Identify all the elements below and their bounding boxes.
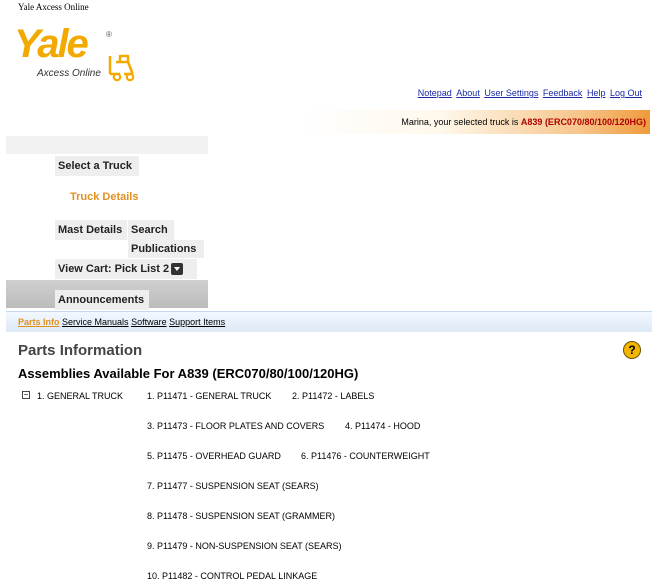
nav-select-truck[interactable]: Select a Truck bbox=[55, 156, 139, 176]
collapse-icon[interactable]: − bbox=[22, 391, 30, 399]
part-link[interactable]: 2. P11472 - LABELS bbox=[292, 391, 374, 401]
about-link[interactable]: About bbox=[456, 88, 480, 98]
nav-announcements[interactable]: Announcements bbox=[55, 290, 149, 310]
top-links: Notepad About User Settings Feedback Hel… bbox=[416, 88, 642, 98]
nav-publications[interactable]: Publications bbox=[128, 240, 204, 258]
selected-truck-message: Marina, your selected truck is A839 (ERC… bbox=[401, 117, 646, 127]
chevron-down-icon[interactable] bbox=[171, 263, 183, 275]
logo-subtitle: Axcess Online bbox=[37, 68, 101, 79]
nav-mast-details[interactable]: Mast Details bbox=[55, 220, 127, 240]
nav-view-cart[interactable]: View Cart: Pick List 2 bbox=[55, 259, 197, 279]
selected-truck-prefix: Marina, your selected truck is bbox=[401, 117, 521, 127]
window-title: Yale Axcess Online bbox=[18, 2, 89, 12]
selected-truck-bar: Marina, your selected truck is A839 (ERC… bbox=[300, 110, 650, 134]
tab-service-manuals[interactable]: Service Manuals bbox=[62, 317, 129, 327]
logout-link[interactable]: Log Out bbox=[610, 88, 642, 98]
part-link[interactable]: 6. P11476 - COUNTERWEIGHT bbox=[301, 451, 430, 461]
yale-logo: Yale ® Axcess Online bbox=[14, 22, 135, 84]
view-cart-label: View Cart: Pick List 2 bbox=[58, 263, 170, 275]
tab-software[interactable]: Software bbox=[131, 317, 167, 327]
tab-parts-info[interactable]: Parts Info bbox=[18, 317, 60, 327]
part-link[interactable]: 4. P11474 - HOOD bbox=[345, 421, 420, 431]
part-link[interactable]: 7. P11477 - SUSPENSION SEAT (SEARS) bbox=[147, 481, 319, 491]
selected-truck-id: A839 (ERC070/80/100/120HG) bbox=[520, 117, 646, 127]
help-link[interactable]: Help bbox=[587, 88, 606, 98]
logo-registered-mark: ® bbox=[106, 30, 112, 39]
part-link[interactable]: 10. P11482 - CONTROL PEDAL LINKAGE bbox=[147, 571, 317, 581]
feedback-link[interactable]: Feedback bbox=[543, 88, 583, 98]
forklift-icon bbox=[108, 54, 135, 82]
question-mark-icon[interactable]: ? bbox=[623, 341, 641, 359]
assemblies-title: Assemblies Available For A839 (ERC070/80… bbox=[18, 366, 359, 381]
part-link[interactable]: 5. P11475 - OVERHEAD GUARD bbox=[147, 451, 281, 461]
tabs: Parts Info Service Manuals Software Supp… bbox=[18, 317, 225, 327]
nav-truck-details[interactable]: Truck Details bbox=[67, 186, 157, 208]
nav-search[interactable]: Search bbox=[128, 220, 174, 240]
tree-root-general-truck[interactable]: 1. GENERAL TRUCK bbox=[37, 391, 123, 401]
notepad-link[interactable]: Notepad bbox=[418, 88, 452, 98]
page-title: Parts Information bbox=[18, 342, 143, 359]
part-link[interactable]: 9. P11479 - NON-SUSPENSION SEAT (SEARS) bbox=[147, 541, 342, 551]
user-settings-link[interactable]: User Settings bbox=[484, 88, 538, 98]
logo-wordmark: Yale bbox=[14, 22, 89, 66]
nav-background bbox=[6, 136, 208, 154]
part-link[interactable]: 3. P11473 - FLOOR PLATES AND COVERS bbox=[147, 421, 324, 431]
part-link[interactable]: 8. P11478 - SUSPENSION SEAT (GRAMMER) bbox=[147, 511, 335, 521]
part-link[interactable]: 1. P11471 - GENERAL TRUCK bbox=[147, 391, 271, 401]
tab-support-items[interactable]: Support Items bbox=[169, 317, 225, 327]
